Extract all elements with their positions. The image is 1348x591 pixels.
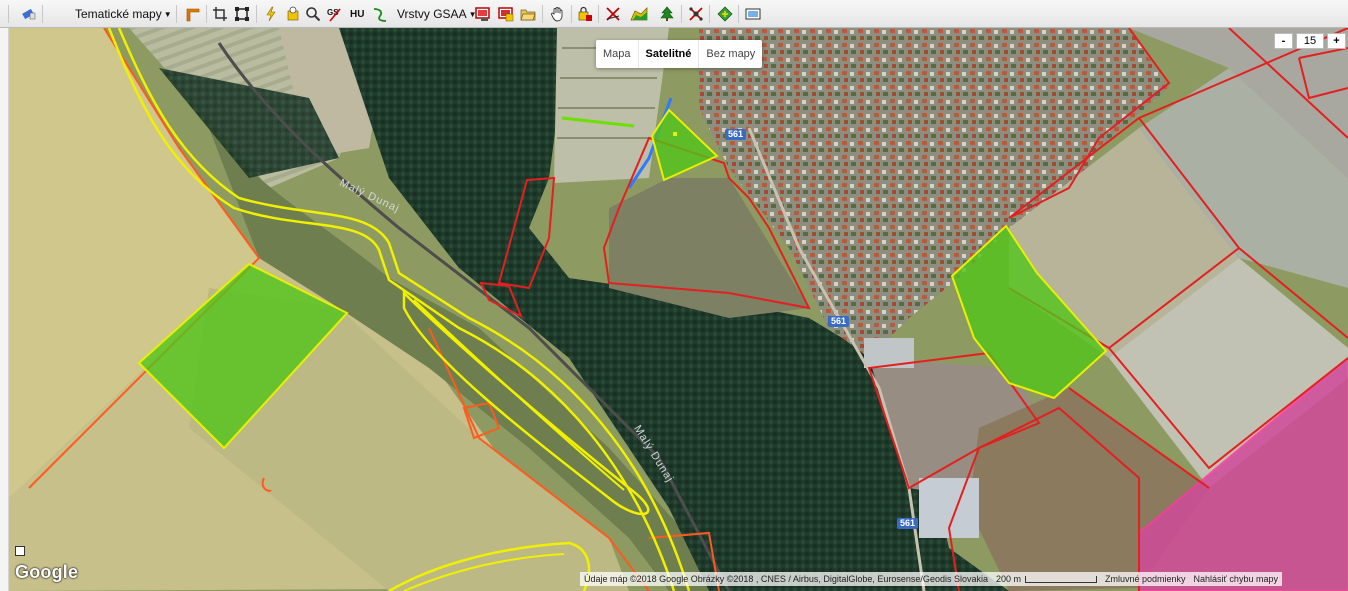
- layer-edit-icon[interactable]: [497, 4, 515, 24]
- fullscreen-square-icon[interactable]: [15, 546, 25, 556]
- toolbar-grip: [8, 5, 9, 23]
- left-panel-strip: [0, 28, 9, 591]
- map-type-mapa[interactable]: Mapa: [596, 40, 639, 68]
- crop-icon[interactable]: [211, 4, 229, 24]
- report-error-link[interactable]: Nahlásiť chybu mapy: [1190, 574, 1282, 584]
- scale-label[interactable]: 200 m: [992, 574, 1025, 584]
- map-footer: Údaje máp ©2018 Google Obrázky ©2018 , C…: [580, 572, 1282, 586]
- eraser-icon[interactable]: [20, 4, 38, 24]
- pan-hand-icon[interactable]: [549, 4, 567, 24]
- toolbar-separator: [176, 5, 177, 23]
- map-attribution: Údaje máp ©2018 Google Obrázky ©2018 , C…: [584, 574, 988, 584]
- map-type-bez-mapy[interactable]: Bez mapy: [699, 40, 762, 68]
- map-type-satelitne[interactable]: Satelitné: [639, 40, 700, 68]
- land-parcel-icon[interactable]: [630, 4, 648, 24]
- satellite-map: [9, 28, 1348, 591]
- select-area-icon[interactable]: [233, 4, 251, 24]
- route-icon[interactable]: [371, 4, 389, 24]
- toolbar-separator: [571, 5, 572, 23]
- scale-bar: [1025, 575, 1097, 583]
- caret-down-icon: ▼: [163, 9, 172, 19]
- lock-layer-icon[interactable]: [576, 4, 594, 24]
- toolbar-separator: [681, 5, 682, 23]
- gps-coordinates-icon[interactable]: GS: [326, 4, 344, 24]
- toolbar-separator: [542, 5, 543, 23]
- measure-icon[interactable]: [184, 4, 202, 24]
- zoom-level: 15: [1296, 33, 1324, 49]
- zoom-in-button[interactable]: +: [1327, 33, 1346, 49]
- topology-check-icon[interactable]: [687, 4, 705, 24]
- google-logo: Google: [15, 562, 79, 582]
- toolbar-separator: [598, 5, 599, 23]
- terms-link[interactable]: Zmluvné podmienky: [1101, 574, 1190, 584]
- hu-button[interactable]: HU: [347, 4, 367, 24]
- layer-red-icon[interactable]: [474, 4, 492, 24]
- toolbar: Tematické mapy ▼ GS HU Vrstvy GSAA ▼: [0, 0, 1348, 28]
- navigate-diamond-icon[interactable]: [716, 4, 734, 24]
- toolbar-separator: [738, 5, 739, 23]
- search-icon[interactable]: [304, 4, 322, 24]
- toolbar-separator: [206, 5, 207, 23]
- tematicke-mapy-label: Tematické mapy: [75, 7, 162, 21]
- point-marker: [673, 132, 677, 136]
- road-label-561: 561: [828, 316, 850, 327]
- tematicke-mapy-menu[interactable]: Tematické mapy ▼: [72, 4, 175, 24]
- road-label-561: 561: [725, 129, 747, 140]
- tree-icon[interactable]: [658, 4, 676, 24]
- vrstvy-gsaa-label: Vrstvy GSAA: [397, 7, 467, 21]
- window-icon[interactable]: [744, 4, 762, 24]
- flash-icon[interactable]: [262, 4, 280, 24]
- road-label-561: 561: [897, 518, 919, 529]
- delete-line-icon[interactable]: [604, 4, 622, 24]
- map-canvas[interactable]: 561 561 561 Malý Dunaj Malý Dunaj: [9, 28, 1348, 591]
- toolbar-separator: [709, 5, 710, 23]
- open-folder-icon[interactable]: [519, 4, 537, 24]
- zoom-control: - 15 +: [1274, 33, 1346, 49]
- map-type-control: Mapa Satelitné Bez mapy: [596, 40, 763, 68]
- layer-info-icon[interactable]: [284, 4, 302, 24]
- zoom-out-button[interactable]: -: [1274, 33, 1293, 49]
- toolbar-separator: [256, 5, 257, 23]
- toolbar-separator: [42, 5, 43, 23]
- vrstvy-gsaa-menu[interactable]: Vrstvy GSAA ▼: [394, 4, 480, 24]
